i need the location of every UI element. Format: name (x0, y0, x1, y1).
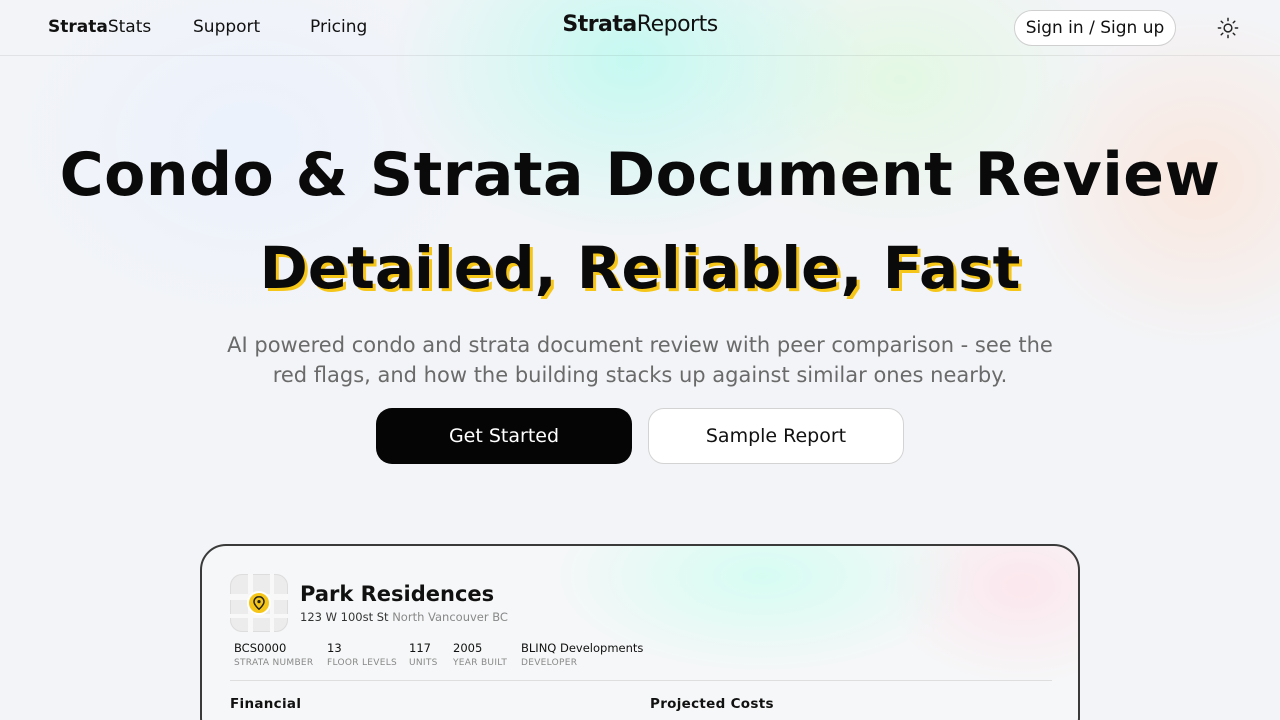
location-pin-icon (247, 591, 271, 615)
sun-icon (1217, 17, 1239, 39)
map-thumbnail (230, 574, 288, 632)
stat-developer: BLINQ Developments DEVELOPER (521, 641, 644, 668)
hero-title: Condo & Strata Document Review (59, 140, 1221, 210)
stat-units: 117 UNITS (409, 641, 438, 668)
stat-strata-number: BCS0000 STRATA NUMBER (234, 641, 314, 668)
sample-report-button[interactable]: Sample Report (648, 408, 904, 464)
top-navbar: StrataStats Support Pricing StrataReport… (0, 0, 1280, 56)
theme-toggle-button[interactable] (1216, 16, 1240, 40)
stat-year-built: 2005 YEAR BUILT (453, 641, 508, 668)
hero-subtitle: AI powered condo and strata document rev… (227, 333, 1053, 387)
hero-highlight: Detailed, Reliable, Fast (259, 234, 1021, 302)
report-preview-card: Park Residences 123 W 100st St North Van… (200, 544, 1080, 720)
property-name: Park Residences (300, 582, 495, 606)
property-address: 123 W 100st St North Vancouver BC (300, 610, 508, 624)
sign-in-button[interactable]: Sign in / Sign up (1014, 10, 1176, 46)
stat-floor-levels: 13 FLOOR LEVELS (327, 641, 398, 668)
card-divider (230, 680, 1052, 681)
section-financial-title: Financial (230, 696, 302, 712)
section-projected-costs-title: Projected Costs (650, 696, 774, 712)
get-started-button[interactable]: Get Started (376, 408, 632, 464)
